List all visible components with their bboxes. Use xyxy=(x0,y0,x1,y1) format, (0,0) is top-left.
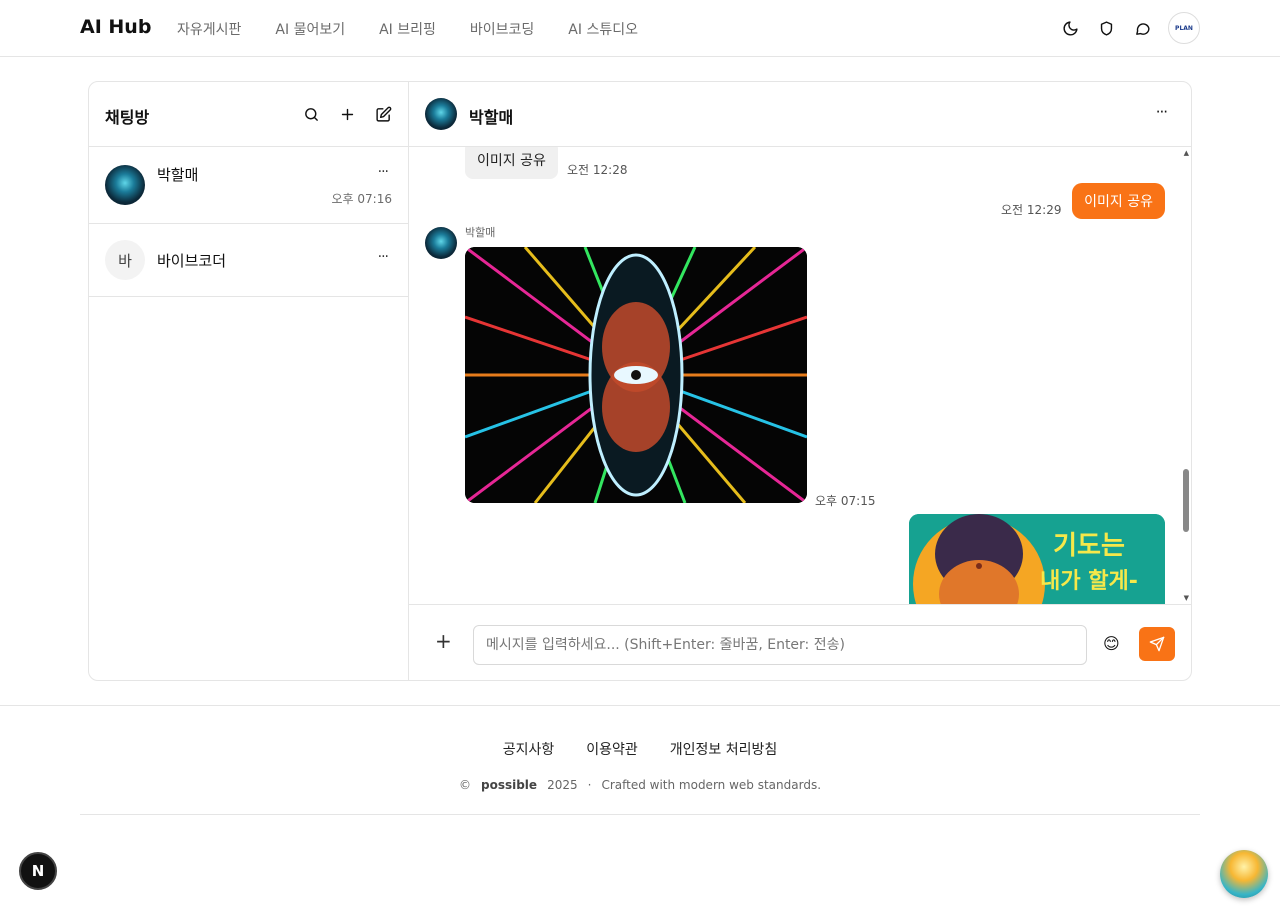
send-icon xyxy=(1149,636,1165,652)
sender-name: 박할매 xyxy=(465,226,496,239)
message-timestamp: 오전 12:28 xyxy=(567,163,628,177)
chat-partner-name: 박할매 xyxy=(469,108,514,127)
message-list[interactable]: 이미지 공유 오전 12:28 오전 12:29 이미지 공유 박할매 오후 0… xyxy=(409,147,1191,604)
plus-icon xyxy=(341,108,353,120)
search-icon xyxy=(304,107,318,121)
footer-links: 공지사항 이용약관 개인정보 처리방침 xyxy=(0,739,1280,759)
message-timestamp: 오전 12:29 xyxy=(1001,203,1062,217)
footer-bottom-divider xyxy=(80,814,1200,815)
sidebar-tools xyxy=(300,103,394,125)
message-timestamp: 오후 07:15 xyxy=(815,494,876,508)
chat-bubble-icon xyxy=(1135,22,1150,35)
room-last-time: 오후 07:16 xyxy=(331,192,392,206)
chat-room-sidebar: 채팅방 박할매 ··· 오후 07:16 바 바이브코더 ··· xyxy=(89,82,409,680)
copyright-owner: possible xyxy=(480,778,538,792)
nav-free-board[interactable]: 자유게시판 xyxy=(177,19,241,39)
floating-assistant-button[interactable] xyxy=(1220,850,1268,898)
message-scrollbar[interactable]: ▲ ▼ xyxy=(1179,147,1191,604)
copyright-tagline: Crafted with modern web standards. xyxy=(601,778,822,792)
shield-button[interactable] xyxy=(1092,12,1120,44)
theme-toggle-button[interactable] xyxy=(1056,12,1084,44)
sidebar-title: 채팅방 xyxy=(105,108,150,127)
buddha-caption-line2: 내가 할게- xyxy=(1040,569,1138,594)
buddha-art-image: 기도는 내가 할게- xyxy=(909,514,1165,604)
profile-badge-label: PLAN xyxy=(1175,24,1193,32)
buddha-caption-line1: 기도는 xyxy=(1053,531,1125,561)
message-input[interactable] xyxy=(473,625,1087,665)
scroll-up-arrow-icon[interactable]: ▲ xyxy=(1184,149,1189,157)
room-more-button[interactable]: ··· xyxy=(378,249,389,265)
sender-avatar xyxy=(425,227,457,259)
chat-partner-avatar xyxy=(425,98,457,130)
nextjs-dev-badge[interactable]: N xyxy=(19,852,57,890)
main-nav: 자유게시판 AI 물어보기 AI 브리핑 바이브코딩 AI 스튜디오 xyxy=(177,19,638,39)
scroll-down-arrow-icon[interactable]: ▼ xyxy=(1184,594,1189,602)
copyright-symbol: © xyxy=(458,778,471,792)
chat-card: 채팅방 박할매 ··· 오후 07:16 바 바이브코더 ··· 박할매 ···… xyxy=(88,81,1192,681)
edit-icon xyxy=(375,106,391,122)
chat-more-button[interactable]: ··· xyxy=(1156,103,1168,121)
scrollbar-thumb[interactable] xyxy=(1183,469,1189,532)
top-navigation-bar: AI Hub 자유게시판 AI 물어보기 AI 브리핑 바이브코딩 AI 스튜디… xyxy=(0,0,1280,57)
chat-header: 박할매 ··· xyxy=(409,82,1191,147)
room-avatar: 바 xyxy=(105,240,145,280)
message-composer: + 😊 xyxy=(409,604,1191,680)
nav-vibe-coding[interactable]: 바이브코딩 xyxy=(470,19,534,39)
notice-link[interactable]: 공지사항 xyxy=(503,739,555,759)
shared-image-buddha[interactable]: 기도는 내가 할게- xyxy=(909,514,1165,604)
room-name: 박할매 xyxy=(157,166,199,184)
chat-panel: 박할매 ··· 이미지 공유 오전 12:28 오전 12:29 이미지 공유 … xyxy=(409,82,1191,680)
nav-ai-briefing[interactable]: AI 브리핑 xyxy=(379,19,436,39)
room-name: 바이브코더 xyxy=(157,252,227,270)
brand-logo[interactable]: AI Hub xyxy=(80,16,151,38)
footer-divider xyxy=(0,705,1280,706)
neon-art-image xyxy=(465,247,807,503)
moon-icon xyxy=(1063,20,1078,35)
room-more-button[interactable]: ··· xyxy=(378,164,389,180)
copyright-year: 2025 xyxy=(547,778,578,792)
incoming-message-bubble: 이미지 공유 xyxy=(465,147,558,179)
emoji-button[interactable]: 😊 xyxy=(1103,634,1120,653)
shield-icon xyxy=(1100,20,1112,36)
edit-rooms-button[interactable] xyxy=(372,103,394,125)
chat-room-item[interactable]: 박할매 ··· 오후 07:16 xyxy=(89,147,408,224)
copyright-separator: · xyxy=(587,778,592,792)
terms-link[interactable]: 이용약관 xyxy=(586,739,638,759)
shared-image-neon[interactable] xyxy=(465,247,807,503)
attach-button[interactable]: + xyxy=(435,629,452,653)
nav-ai-studio[interactable]: AI 스튜디오 xyxy=(568,19,638,39)
search-rooms-button[interactable] xyxy=(300,103,322,125)
chat-button[interactable] xyxy=(1128,12,1156,44)
chat-room-item[interactable]: 바 바이브코더 ··· xyxy=(89,224,408,297)
profile-avatar[interactable]: PLAN xyxy=(1168,12,1200,44)
outgoing-message-bubble: 이미지 공유 xyxy=(1072,183,1165,219)
privacy-link[interactable]: 개인정보 처리방침 xyxy=(670,739,778,759)
add-room-button[interactable] xyxy=(336,103,358,125)
sidebar-header: 채팅방 xyxy=(89,82,408,147)
room-avatar xyxy=(105,165,145,205)
copyright: © possible 2025 · Crafted with modern we… xyxy=(0,778,1280,792)
header-actions: PLAN xyxy=(1056,12,1200,44)
nav-ai-ask[interactable]: AI 물어보기 xyxy=(275,19,345,39)
send-button[interactable] xyxy=(1139,627,1175,661)
